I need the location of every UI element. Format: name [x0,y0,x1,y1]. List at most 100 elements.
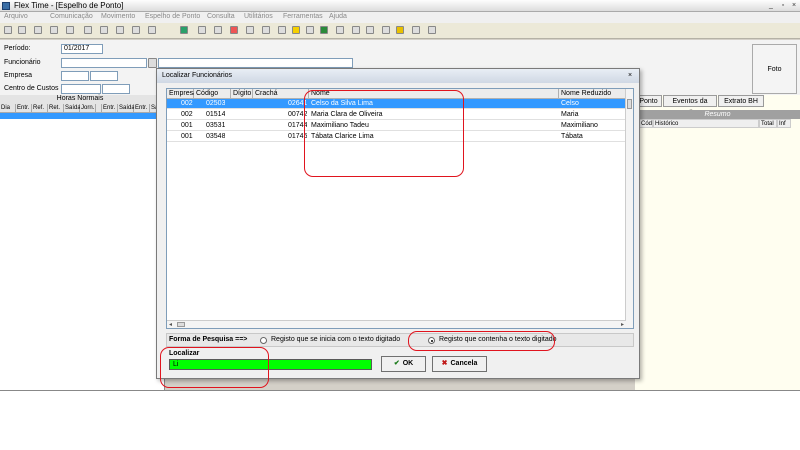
table-row[interactable]: 002 01514 00742 Maria Clara de Oliveira … [167,110,626,120]
first-icon[interactable] [100,26,108,34]
tool-icon-3[interactable] [230,26,238,34]
menu-espelho[interactable]: Espelho de Ponto [145,13,200,20]
funcionario-name-field[interactable] [158,58,353,68]
tool-icon-13[interactable] [412,26,420,34]
cell-codigo: 03531 [206,122,226,129]
cancel-label: Cancela [450,360,478,367]
col-empresa[interactable]: Empresa [167,89,197,99]
cell-codigo: 02503 [206,100,226,107]
col-nome[interactable]: Nome [309,89,559,99]
radio-contains-label[interactable]: Registo que contenha o texto digitado [439,336,557,343]
menu-movimento[interactable]: Movimento [101,13,135,20]
scroll-right-icon[interactable]: ▸ [621,321,624,329]
forma-pesquisa-label: Forma de Pesquisa ==> [169,336,248,343]
close-icon[interactable]: × [789,1,799,10]
cell-nome: Tábata Clarice Lima [311,133,374,140]
maximize-icon[interactable]: ▫ [778,1,788,10]
cell-cracha: 01745 [288,133,308,140]
tool-icon-7[interactable] [320,26,328,34]
tab-extrato-bh[interactable]: Extrato BH [718,95,764,107]
radio-contains[interactable] [428,337,435,344]
tool-icon-12[interactable] [396,26,404,34]
copy-icon[interactable] [18,26,26,34]
grid-header: Saída [64,104,81,113]
col-cracha[interactable]: Crachá [253,89,309,99]
vertical-scrollbar[interactable] [625,89,633,328]
horizontal-scrollbar[interactable]: ◂ ▸ [167,320,626,328]
menu-comunicacao[interactable]: Comunicação [50,13,93,20]
centro-name-field[interactable] [102,84,130,94]
horas-normais-title: Horas Normais [0,95,160,104]
tool-icon-2[interactable] [214,26,222,34]
cancel-button[interactable]: ✖ Cancela [432,356,487,372]
cell-nome: Maximiliano Tadeu [311,122,369,129]
grid-header: Dia [0,104,16,113]
table-row[interactable]: 002 02503 02641 Celso da Silva Lima Cels… [167,99,626,109]
periodo-field[interactable]: 01/2017 [61,44,103,54]
selected-row[interactable] [0,113,165,119]
empresa-code-field[interactable] [61,71,89,81]
save-icon[interactable] [50,26,58,34]
scroll-left-icon[interactable]: ◂ [169,321,172,329]
menu-arquivo[interactable]: Arquivo [4,13,28,20]
print-icon[interactable] [66,26,74,34]
funcionario-label: Funcionário [4,59,41,66]
col-codigo[interactable]: Código [194,89,231,99]
tool-icon-6[interactable] [306,26,314,34]
grid-header: Entr. [16,104,32,113]
tab-eventos-folha[interactable]: Eventos da Folha [663,95,717,117]
radio-starts-with[interactable] [260,337,267,344]
scroll-thumb[interactable] [627,99,632,109]
app-icon [2,2,10,10]
centro-code-field[interactable] [61,84,101,94]
col-digito[interactable]: Dígito [231,89,253,99]
cell-empresa: 001 [181,133,193,140]
funcionario-lookup-icon[interactable] [148,58,157,68]
menu-consulta[interactable]: Consulta [207,13,235,20]
radio-starts-with-label[interactable]: Registo que se inicia com o texto digita… [271,336,400,343]
tool-icon-14[interactable] [428,26,436,34]
cell-reduzido: Tábata [561,133,583,140]
scroll-thumb[interactable] [177,322,185,327]
next-icon[interactable] [132,26,140,34]
cell-cracha: 01744 [288,122,308,129]
grid-header: Ref. [32,104,48,113]
last-icon[interactable] [148,26,156,34]
menu-ferramentas[interactable]: Ferramentas [283,13,323,20]
menu-utilitarios[interactable]: Utilitários [244,13,273,20]
tool-icon-9[interactable] [352,26,360,34]
resumo-header: Histórico [653,119,759,128]
tool-icon-1[interactable] [198,26,206,34]
grid-header: Saída [118,104,135,113]
horas-grid: Horas Normais Dia Entr. Ref. Ret. Saída … [0,95,165,390]
tool-icon-5[interactable] [278,26,286,34]
delete-icon[interactable] [84,26,92,34]
employee-grid: Empresa Código Dígito Crachá Nome Nome R… [166,88,634,329]
menu-ajuda[interactable]: Ajuda [329,13,347,20]
exit-icon[interactable] [180,26,188,34]
col-nome-reduzido[interactable]: Nome Reduzido [559,89,626,99]
moon-icon[interactable] [292,26,300,34]
tool-icon-10[interactable] [366,26,374,34]
localizar-input[interactable]: Li [169,359,372,370]
calendar-icon[interactable] [262,26,270,34]
minimize-icon[interactable]: _ [766,1,776,10]
tool-icon-11[interactable] [382,26,390,34]
window-title: Flex Time - [Espelho de Ponto] [14,1,124,10]
tool-icon-4[interactable] [246,26,254,34]
right-panel: Ponto Eventos da Folha Extrato BH Resumo… [635,95,800,390]
funcionario-field[interactable] [61,58,147,68]
dialog-close-icon[interactable]: × [625,71,635,81]
cell-empresa: 001 [181,122,193,129]
cell-cracha: 02641 [288,100,308,107]
edit-icon[interactable] [34,26,42,34]
localizar-dialog: Localizar Funcionários × Empresa Código … [156,68,640,379]
prev-icon[interactable] [116,26,124,34]
localizar-label: Localizar [169,350,200,357]
tool-icon-8[interactable] [336,26,344,34]
table-row[interactable]: 001 03548 01745 Tábata Clarice Lima Tába… [167,132,626,142]
ok-button[interactable]: ✔ OK [381,356,426,372]
empresa-name-field[interactable] [90,71,118,81]
new-icon[interactable] [4,26,12,34]
table-row[interactable]: 001 03531 01744 Maximiliano Tadeu Maximi… [167,121,626,131]
